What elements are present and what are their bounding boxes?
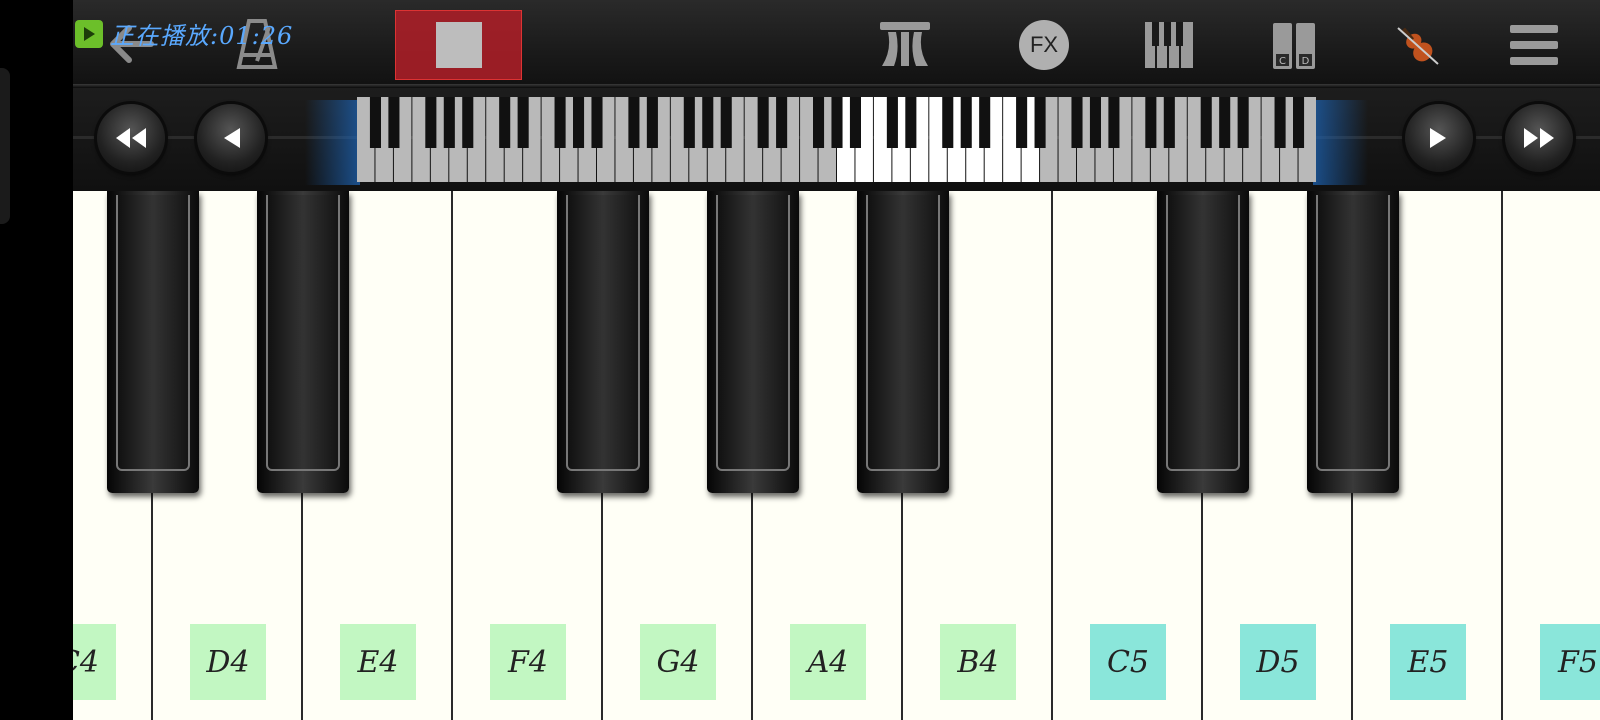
mini-black-key	[554, 97, 566, 148]
mini-black-key	[886, 97, 898, 148]
note-label: F5	[1540, 624, 1600, 700]
mini-black-key	[1274, 97, 1286, 148]
sustain-pedal-icon[interactable]	[873, 14, 937, 74]
mini-black-key	[960, 97, 972, 148]
fast-rewind-button[interactable]	[97, 104, 165, 172]
fast-rewind-icon	[116, 128, 146, 148]
note-label: C4	[73, 624, 116, 700]
piano-keyboard: C4 D4 E4 F4 G4 A4 B4 C5 D5 E5 F5	[73, 191, 1600, 720]
mini-black-key	[443, 97, 455, 148]
black-key[interactable]	[707, 191, 799, 493]
step-forward-icon	[1430, 128, 1446, 148]
playback-status: 正在播放:01:26	[110, 22, 294, 50]
mini-black-key	[388, 97, 400, 148]
note-label: B4	[940, 624, 1016, 700]
mini-black-key	[499, 97, 511, 148]
mini-black-key	[573, 97, 585, 148]
black-key[interactable]	[1157, 191, 1249, 493]
mini-black-key	[517, 97, 529, 148]
note-label: A4	[790, 624, 866, 700]
stop-button[interactable]	[395, 10, 522, 80]
black-key-face	[566, 195, 640, 471]
note-label: G4	[640, 624, 716, 700]
fast-forward-button[interactable]	[1505, 104, 1573, 172]
black-key-face	[116, 195, 190, 471]
playing-indicator-icon	[75, 20, 103, 48]
mini-black-key	[776, 97, 788, 148]
step-back-button[interactable]	[197, 104, 265, 172]
mini-black-key	[720, 97, 732, 148]
mini-black-key	[628, 97, 640, 148]
note-label: E5	[1390, 624, 1466, 700]
mini-black-key	[757, 97, 769, 148]
mini-black-key	[1108, 97, 1120, 148]
mini-black-key	[1293, 97, 1305, 148]
mini-black-key	[1071, 97, 1083, 148]
black-key[interactable]	[557, 191, 649, 493]
keyboard-layout-icon[interactable]	[1141, 18, 1197, 72]
mini-black-key	[1145, 97, 1157, 148]
instrument-violin-icon[interactable]	[1389, 18, 1445, 72]
mini-black-key	[425, 97, 437, 148]
mini-black-key	[905, 97, 917, 148]
mini-black-key	[979, 97, 991, 148]
mini-keyboard-right-glow	[1313, 100, 1368, 185]
fx-label: FX	[1029, 32, 1059, 57]
step-forward-button[interactable]	[1405, 104, 1473, 172]
black-key-face	[266, 195, 340, 471]
black-key[interactable]	[1307, 191, 1399, 493]
mini-black-key	[1219, 97, 1231, 148]
mini-black-key	[591, 97, 603, 148]
note-labels-icon[interactable]: CD	[1269, 20, 1319, 72]
fast-forward-icon	[1524, 128, 1554, 148]
mini-black-key	[1034, 97, 1046, 148]
mini-black-key	[1200, 97, 1212, 148]
top-toolbar: FX CD	[73, 0, 1600, 88]
step-back-icon	[224, 128, 240, 148]
black-key[interactable]	[857, 191, 949, 493]
mini-black-key	[1089, 97, 1101, 148]
black-key-face	[1166, 195, 1240, 471]
mini-black-key	[942, 97, 954, 148]
mini-black-key	[1237, 97, 1249, 148]
mini-black-key	[369, 97, 381, 148]
note-label: E4	[340, 624, 416, 700]
mini-keyboard-scroller[interactable]	[357, 97, 1317, 182]
white-key[interactable]: F5	[1503, 191, 1600, 720]
fx-icon[interactable]: FX	[1019, 20, 1069, 70]
svg-text:C: C	[1279, 56, 1286, 67]
mini-black-key	[1163, 97, 1175, 148]
note-label: C5	[1090, 624, 1166, 700]
black-key[interactable]	[107, 191, 199, 493]
mini-black-key	[646, 97, 658, 148]
mini-black-key	[1016, 97, 1028, 148]
stop-icon	[435, 22, 482, 68]
mini-black-key	[462, 97, 474, 148]
mini-keyboard-left-glow	[305, 100, 360, 185]
mini-black-key	[849, 97, 861, 148]
note-label: D5	[1240, 624, 1316, 700]
left-edge-bar	[0, 0, 73, 720]
black-key-face	[1316, 195, 1390, 471]
mini-black-key	[813, 97, 825, 148]
menu-icon[interactable]	[1507, 20, 1561, 70]
note-label: F4	[490, 624, 566, 700]
note-label: D4	[190, 624, 266, 700]
edge-handle[interactable]	[0, 68, 10, 224]
mini-black-key	[702, 97, 714, 148]
black-key[interactable]	[257, 191, 349, 493]
mini-black-key	[831, 97, 843, 148]
black-key-face	[866, 195, 940, 471]
svg-text:D: D	[1302, 56, 1310, 67]
black-key-face	[716, 195, 790, 471]
mini-black-key	[683, 97, 695, 148]
